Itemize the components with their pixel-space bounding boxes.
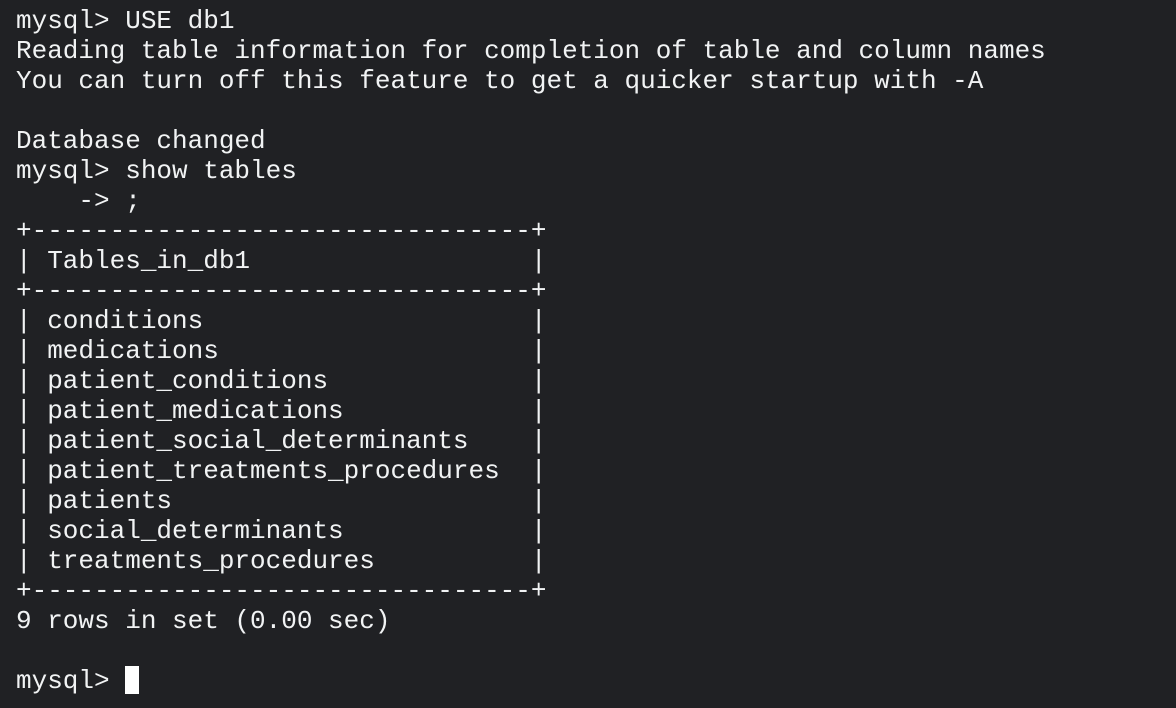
terminal-line: Reading table information for completion… [16, 36, 1046, 66]
mysql-prompt: mysql> [16, 666, 126, 696]
table-header: | Tables_in_db1 | [16, 246, 547, 276]
terminal-window[interactable]: mysql> USE db1 Reading table information… [0, 0, 1176, 708]
table-row: | patient_social_determinants | [16, 426, 547, 456]
terminal-line: -> ; [16, 186, 141, 216]
table-row: | social_determinants | [16, 516, 547, 546]
table-row: | conditions | [16, 306, 547, 336]
text-cursor [125, 666, 140, 694]
table-border: +--------------------------------+ [16, 216, 547, 246]
table-border: +--------------------------------+ [16, 576, 547, 606]
table-row: | treatments_procedures | [16, 546, 547, 576]
table-row: | patient_medications | [16, 396, 547, 426]
result-summary: 9 rows in set (0.00 sec) [16, 606, 391, 636]
terminal-output: mysql> USE db1 Reading table information… [16, 6, 1046, 696]
table-border: +--------------------------------+ [16, 276, 547, 306]
terminal-line: You can turn off this feature to get a q… [16, 66, 984, 96]
terminal-line: Database changed [16, 126, 266, 156]
table-row: | patient_conditions | [16, 366, 547, 396]
table-row: | medications | [16, 336, 547, 366]
table-row: | patients | [16, 486, 547, 516]
table-row: | patient_treatments_procedures | [16, 456, 547, 486]
terminal-line: mysql> USE db1 [16, 6, 235, 36]
prompt-line[interactable]: mysql> [16, 666, 1046, 696]
terminal-line: mysql> show tables [16, 156, 297, 186]
